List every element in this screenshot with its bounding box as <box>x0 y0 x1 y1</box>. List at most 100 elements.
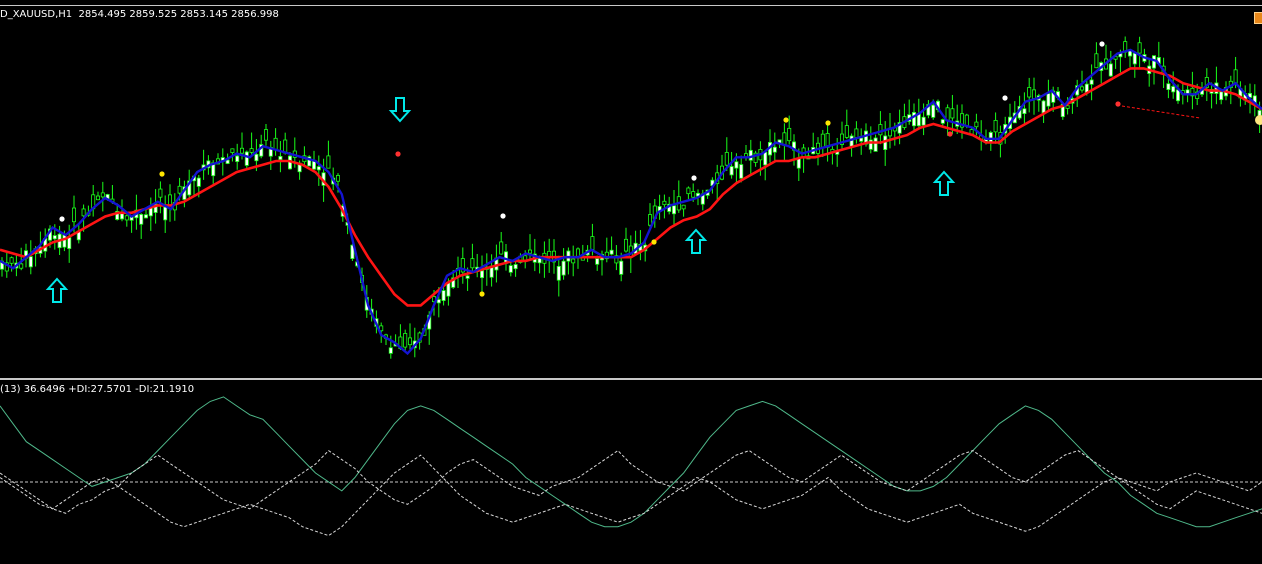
candlestick <box>316 155 321 186</box>
candle-body <box>1046 93 1051 107</box>
candlestick <box>143 209 148 219</box>
adx-indicator-pane[interactable]: (13) 36.6496 +DI:27.5701 -DI:21.1910 <box>0 382 1262 564</box>
candlestick <box>1008 103 1013 135</box>
candlestick <box>849 133 854 157</box>
candle-body <box>724 152 729 166</box>
candlestick <box>441 287 446 306</box>
candle-body <box>772 146 777 153</box>
adx-line <box>0 396 1262 528</box>
candlestick <box>167 184 172 222</box>
signal-dot <box>783 117 789 123</box>
candlestick <box>571 245 576 277</box>
candle-body <box>1219 91 1224 101</box>
candlestick <box>753 150 758 167</box>
candlestick <box>1238 81 1243 107</box>
adx-indicator-chart[interactable] <box>0 382 1262 564</box>
candle-body <box>878 124 883 136</box>
candlestick <box>1132 52 1137 78</box>
candle-body <box>143 214 148 219</box>
signal-dot <box>395 151 401 157</box>
candlestick <box>263 124 268 146</box>
candle-body <box>940 119 945 124</box>
candle-body <box>407 337 412 346</box>
candle-body <box>590 236 595 250</box>
signal-dot <box>1099 41 1105 47</box>
candle-body <box>244 151 249 166</box>
candlestick <box>888 113 893 149</box>
candle-body <box>1022 108 1027 114</box>
signal-dot <box>500 213 506 219</box>
candle-body <box>196 177 201 187</box>
price-chart[interactable] <box>0 6 1262 378</box>
candle-body <box>931 104 936 118</box>
candle-body <box>844 125 849 138</box>
candle-body <box>465 275 470 279</box>
candle-body <box>609 249 614 255</box>
candlestick <box>460 247 465 284</box>
candlestick <box>124 214 129 227</box>
candlestick <box>859 128 864 155</box>
candle-body <box>62 234 67 248</box>
candle-body <box>139 214 144 225</box>
candlestick <box>201 149 206 180</box>
signal-dot <box>651 239 657 245</box>
candlestick <box>503 243 508 271</box>
candlestick <box>1022 92 1027 125</box>
candle-body <box>508 265 513 273</box>
candle-body <box>177 185 182 194</box>
candlestick <box>479 255 484 294</box>
candlestick <box>672 190 677 226</box>
candle-body <box>436 299 441 304</box>
candlestick <box>561 248 566 280</box>
candlestick <box>868 126 873 154</box>
candle-body <box>1041 100 1046 114</box>
candlestick <box>1252 84 1257 117</box>
candlestick <box>547 238 552 273</box>
candlestick <box>878 111 883 145</box>
candle-body <box>787 127 792 142</box>
candlestick <box>1108 50 1113 78</box>
signal-dot <box>825 120 831 126</box>
candle-body <box>1094 53 1099 69</box>
candlestick <box>1094 42 1099 69</box>
chart-corner-button[interactable] <box>1254 12 1262 24</box>
candlestick <box>604 237 609 263</box>
candle-body <box>571 258 576 264</box>
candlestick <box>782 123 787 161</box>
candle-body <box>1027 87 1032 98</box>
candlestick <box>470 243 475 272</box>
candlestick <box>897 109 902 145</box>
buy-arrow-icon <box>932 170 956 196</box>
candlestick <box>244 150 249 169</box>
candle-body <box>729 166 734 176</box>
candle-body <box>72 207 77 223</box>
candle-body <box>1080 86 1085 91</box>
chart-window[interactable]: D_XAUUSD,H1 2854.495 2859.525 2853.145 2… <box>0 0 1262 564</box>
signal-arrows <box>45 97 956 303</box>
candle-body <box>479 270 484 279</box>
price-chart-pane[interactable]: D_XAUUSD,H1 2854.495 2859.525 2853.145 2… <box>0 6 1262 378</box>
candlestick <box>1190 71 1195 110</box>
candlestick <box>129 216 134 233</box>
candlestick <box>1075 79 1080 107</box>
candle-body <box>19 263 24 269</box>
candle-body <box>335 175 340 182</box>
candle-body <box>734 161 739 169</box>
candlestick <box>1128 49 1133 68</box>
candle-body <box>9 257 14 264</box>
pane-separator[interactable] <box>0 378 1262 380</box>
candle-body <box>820 133 825 148</box>
candlestick <box>902 103 907 130</box>
candle-body <box>648 214 653 226</box>
candlestick <box>556 255 561 297</box>
candlestick <box>883 121 888 166</box>
sell-arrow-icon <box>388 97 412 123</box>
candlestick <box>403 329 408 353</box>
candle-body <box>230 148 235 153</box>
candlestick <box>326 140 331 169</box>
candlestick <box>624 227 629 253</box>
candle-body <box>950 108 955 119</box>
candlestick <box>844 109 849 139</box>
candlestick <box>609 236 614 256</box>
candlestick <box>163 195 168 233</box>
